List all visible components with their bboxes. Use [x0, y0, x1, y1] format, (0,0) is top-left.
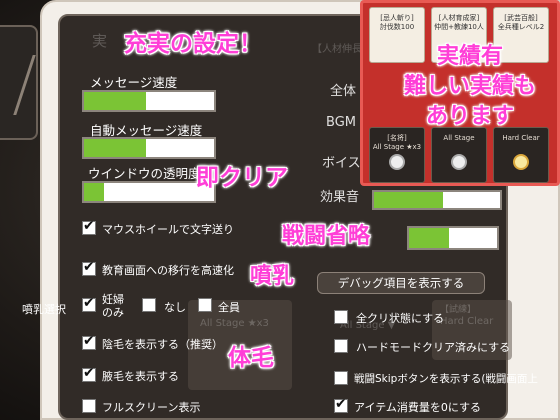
auto-message-speed-fill: [84, 139, 147, 157]
show-debug-button[interactable]: デバッグ項目を表示する: [317, 272, 485, 294]
achievement-card[interactable]: All Stage: [431, 127, 487, 183]
lactation-select-label: 噴乳選択: [22, 303, 66, 316]
caption-achievements-line: 実績有: [436, 44, 503, 69]
achievement-card-header: [武芸百般]: [504, 14, 538, 22]
lactation-all-radio[interactable]: [198, 298, 212, 312]
achievement-card-body: 全兵種レベル2: [497, 23, 545, 31]
hard-mode-clear-checkbox[interactable]: [334, 339, 348, 353]
mouse-wheel-label: マウスホイールで文字送り: [102, 223, 234, 236]
achievement-card-header: [忌人斬り]: [380, 14, 414, 22]
achievement-card-body: 仲間+教練10人: [434, 23, 484, 31]
medal-icon: [451, 154, 467, 170]
medal-icon: [513, 154, 529, 170]
fast-transition-label: 教育画面への移行を高速化: [102, 264, 234, 277]
pubic-hair-checkbox[interactable]: [82, 333, 96, 350]
auto-message-speed-slider[interactable]: [82, 137, 216, 159]
settings-header: 実: [92, 32, 108, 50]
message-speed-fill: [84, 92, 147, 110]
medal-icon: [389, 154, 405, 170]
item-zero-checkbox[interactable]: [334, 396, 348, 413]
lactation-pregnant-radio[interactable]: [82, 295, 96, 312]
caption-instant-clear: 即クリア: [196, 165, 288, 191]
battle-skip-button-label: 戦闘Skipボタンを表示する(戦闘画面上: [354, 373, 538, 385]
lactation-none-radio[interactable]: [142, 298, 156, 312]
card-bg-left-title: All Stage ★x3: [200, 318, 269, 329]
volume-all-label: 全体: [330, 84, 357, 99]
fast-transition-checkbox[interactable]: [82, 259, 96, 276]
achievement-card[interactable]: [名将] All Stage ★x3: [369, 127, 425, 183]
lactation-all-label: 全員: [218, 301, 240, 314]
fullscreen-label: フルスクリーン表示: [102, 401, 201, 414]
hard-mode-clear-label: ハードモードクリア済みにする: [356, 341, 511, 354]
lactation-none-label: なし: [164, 301, 186, 314]
side-menu-tab[interactable]: [0, 25, 38, 140]
se-volume-slider[interactable]: [372, 190, 502, 210]
caption-title: 充実の設定！: [124, 31, 262, 57]
armpit-hair-label: 腋毛を表示する: [102, 370, 179, 383]
achievement-card-body: All Stage: [443, 134, 475, 142]
battle-skip-button-checkbox[interactable]: [334, 371, 348, 385]
battle-skip-slider[interactable]: [407, 226, 499, 250]
volume-voice-label: ボイス: [322, 156, 361, 171]
achievement-card-header: [人材育成家]: [438, 14, 480, 22]
caption-achievements-line: あります: [425, 104, 514, 129]
achievement-card-body: All Stage ★x3: [372, 143, 422, 151]
achievement-card-body: 討伐数100: [379, 23, 415, 31]
item-zero-label: アイテム消費量を0にする: [354, 401, 482, 414]
volume-se-label: 効果音: [320, 190, 360, 205]
caption-skip-battle: 戦闘省略: [282, 224, 371, 249]
window-opacity-label: ウインドウの透明度: [88, 166, 201, 181]
battle-skip-fill: [409, 228, 449, 248]
fullscreen-checkbox[interactable]: [82, 399, 96, 413]
caption-achievements-line: 難しい実績も: [403, 74, 536, 99]
volume-bgm-label: BGM: [326, 115, 356, 130]
card-bg-right-header: 【試練】: [440, 305, 477, 315]
mouse-wheel-checkbox[interactable]: [82, 218, 96, 235]
pubic-hair-label: 陰毛を表示する（推奨）: [102, 338, 223, 351]
all-clear-checkbox[interactable]: [334, 310, 348, 324]
all-clear-label: 全クリ状態にする: [356, 312, 445, 325]
achievement-card-body: Hard Clear: [502, 134, 540, 142]
lactation-pregnant-label: 妊婦 のみ: [102, 293, 124, 319]
card-bg-right-title: Hard Clear: [440, 316, 494, 327]
achievement-card[interactable]: Hard Clear: [493, 127, 549, 183]
ghost-card-header: 【人材伸長: [312, 44, 362, 55]
message-speed-label: メッセージ速度: [90, 75, 178, 90]
armpit-hair-checkbox[interactable]: [82, 365, 96, 382]
caption-body-hair: 体毛: [228, 345, 274, 371]
achievement-card-header: [名将]: [387, 134, 407, 142]
caption-achievements: 実績有 難しい実績も あります: [380, 42, 560, 132]
caption-lactation: 噴乳: [250, 264, 295, 289]
message-speed-slider[interactable]: [82, 90, 216, 112]
window-opacity-fill: [84, 183, 104, 201]
